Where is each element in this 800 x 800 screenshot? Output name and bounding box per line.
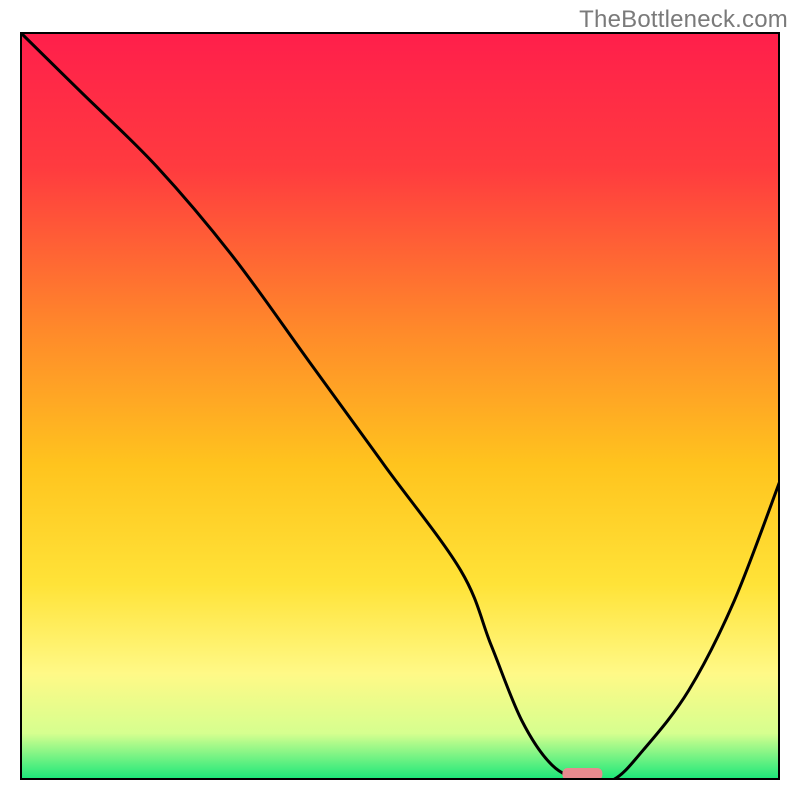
chart-svg <box>20 32 780 780</box>
plot-area <box>20 32 780 780</box>
chart-frame: TheBottleneck.com <box>0 0 800 800</box>
watermark-text: TheBottleneck.com <box>579 6 788 34</box>
